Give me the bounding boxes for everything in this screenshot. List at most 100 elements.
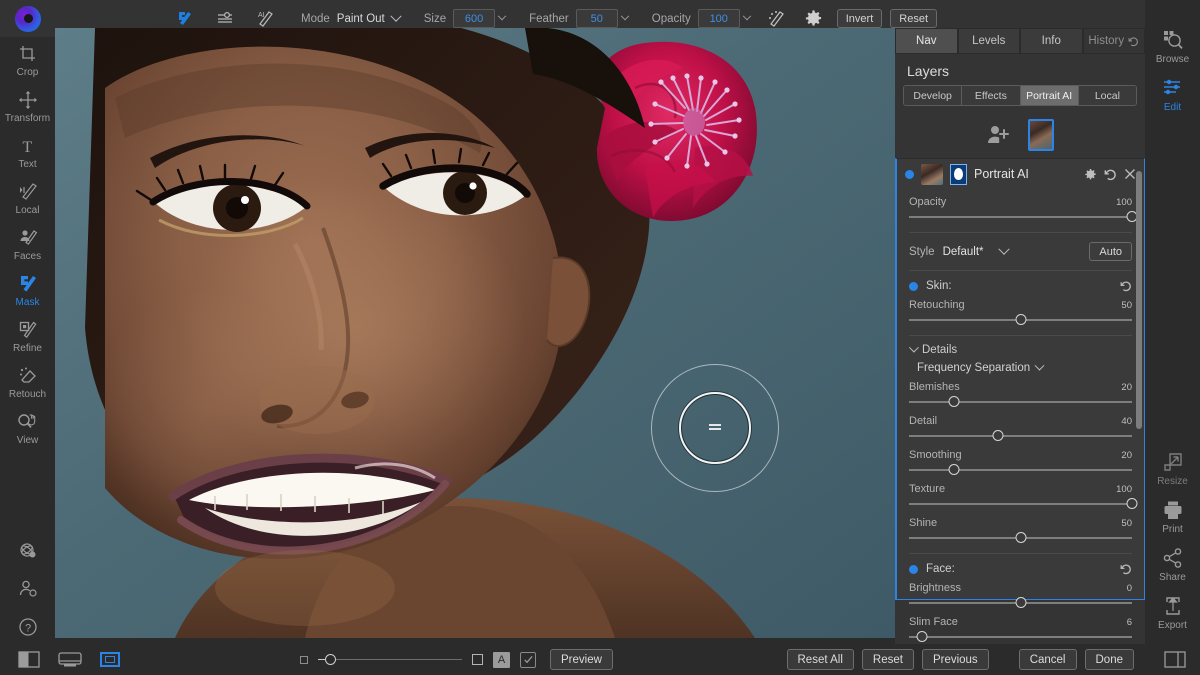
refine-icon	[18, 320, 38, 340]
tab-nav[interactable]: Nav	[895, 28, 958, 54]
tab-local[interactable]: Local	[1079, 86, 1136, 105]
tab-portrait-ai[interactable]: Portrait AI	[1021, 86, 1079, 105]
large-thumb-icon[interactable]	[472, 654, 483, 665]
edit-sliders-icon	[1162, 77, 1184, 99]
filmstrip-icon[interactable]	[58, 651, 82, 669]
tab-info[interactable]: Info	[1020, 28, 1083, 54]
gear-icon[interactable]	[1084, 168, 1097, 181]
tab-levels[interactable]: Levels	[958, 28, 1021, 54]
shine-value: 50	[1121, 518, 1132, 529]
previous-button[interactable]: Previous	[922, 649, 989, 670]
single-view-icon[interactable]	[100, 652, 120, 667]
perfect-brush-toggle[interactable]	[766, 9, 786, 29]
layer-thumbnail[interactable]	[921, 164, 943, 185]
sidebar-item-share[interactable]: Share	[1145, 540, 1200, 588]
gradient-mask-icon[interactable]	[213, 8, 237, 30]
grid-letter-button[interactable]: A	[493, 652, 510, 668]
reset-mask-button[interactable]: Reset	[890, 9, 937, 28]
account-icon[interactable]	[17, 578, 39, 600]
small-thumb-icon[interactable]	[300, 656, 308, 664]
split-view-icon[interactable]	[18, 651, 40, 668]
layer-visibility-toggle[interactable]	[905, 170, 914, 179]
invert-button[interactable]: Invert	[837, 9, 883, 28]
reset-button[interactable]: Reset	[862, 649, 914, 670]
texture-slider[interactable]	[909, 498, 1132, 510]
texture-label: Texture	[909, 483, 945, 495]
layer-mask-thumbnail[interactable]	[950, 164, 967, 185]
tab-effects[interactable]: Effects	[962, 86, 1020, 105]
sidebar-item-transform[interactable]: Transform	[0, 83, 55, 129]
style-value[interactable]: Default*	[943, 246, 984, 258]
tab-develop[interactable]: Develop	[904, 86, 962, 105]
chevron-down-icon	[909, 342, 919, 352]
tab-history[interactable]: History	[1083, 28, 1146, 54]
opacity-input[interactable]: 100	[698, 9, 740, 28]
brightness-slider[interactable]	[909, 597, 1132, 609]
shine-slider[interactable]	[909, 532, 1132, 544]
skin-toggle[interactable]	[909, 282, 918, 291]
ai-brush-icon[interactable]: AI	[253, 8, 277, 30]
zoom-slider-knob[interactable]	[325, 654, 336, 665]
brush-settings-button[interactable]	[804, 9, 823, 28]
face-reset-button[interactable]	[1120, 563, 1132, 575]
sidebar-item-faces[interactable]: Faces	[0, 221, 55, 267]
sidebar-item-label: Mask	[16, 297, 40, 308]
undo-icon[interactable]	[1104, 168, 1117, 181]
detail-slider[interactable]	[909, 430, 1132, 442]
retouching-slider[interactable]	[909, 314, 1132, 326]
sidebar-item-refine[interactable]: Refine	[0, 313, 55, 359]
mask-brush-icon[interactable]	[173, 8, 197, 30]
sidebar-item-crop[interactable]: Crop	[0, 37, 55, 83]
face-thumbnail[interactable]	[1028, 119, 1054, 151]
sidebar-item-edit[interactable]: Edit	[1145, 70, 1200, 118]
chevron-down-icon[interactable]	[621, 11, 629, 19]
blemishes-slider[interactable]	[909, 396, 1132, 408]
slim-face-slider[interactable]	[909, 631, 1132, 643]
smoothing-slider[interactable]	[909, 464, 1132, 476]
reset-all-button[interactable]: Reset All	[787, 649, 854, 670]
sidebar-item-export[interactable]: Export	[1145, 588, 1200, 636]
texture-value: 100	[1116, 484, 1132, 495]
sidebar-item-retouch[interactable]: Retouch	[0, 359, 55, 405]
opacity-slider[interactable]	[909, 211, 1132, 223]
face-toggle[interactable]	[909, 565, 918, 574]
sidebar-item-local[interactable]: Local	[0, 175, 55, 221]
chevron-down-icon[interactable]	[390, 10, 401, 21]
chevron-down-icon[interactable]	[998, 243, 1009, 254]
sidebar-item-print[interactable]: Print	[1145, 492, 1200, 540]
crop-icon	[18, 44, 38, 64]
mode-control[interactable]: Mode Paint Out	[301, 13, 400, 25]
size-input[interactable]: 600	[453, 9, 495, 28]
share-icon	[1162, 547, 1184, 569]
panel-toggle-icon[interactable]	[1164, 651, 1186, 668]
cancel-button[interactable]: Cancel	[1019, 649, 1077, 670]
face-strip	[895, 112, 1145, 158]
opacity-label: Opacity	[909, 196, 946, 208]
sidebar-item-mask[interactable]: Mask	[0, 267, 55, 313]
shine-slider-row: Shine 50	[897, 517, 1144, 544]
chevron-down-icon[interactable]	[498, 11, 506, 19]
sidebar-item-text[interactable]: T Text	[0, 129, 55, 175]
help-icon[interactable]: ?	[17, 616, 39, 638]
color-settings-icon[interactable]	[17, 540, 39, 562]
frequency-separation-dropdown[interactable]: Frequency Separation	[897, 356, 1144, 374]
sidebar-item-view[interactable]: View	[0, 405, 55, 451]
done-button[interactable]: Done	[1085, 649, 1135, 670]
auto-button[interactable]: Auto	[1089, 242, 1132, 261]
sidebar-item-resize[interactable]: Resize	[1145, 444, 1200, 492]
soft-proof-icon[interactable]	[520, 652, 536, 668]
details-section[interactable]: Details	[897, 336, 1144, 356]
app-logo[interactable]	[15, 6, 41, 32]
close-icon[interactable]	[1124, 168, 1136, 180]
zoom-slider-track[interactable]	[336, 659, 462, 660]
chevron-down-icon[interactable]	[743, 11, 751, 19]
sidebar-item-label: Print	[1162, 524, 1183, 535]
image-canvas[interactable]	[55, 28, 895, 638]
panel-scrollbar[interactable]	[1136, 171, 1142, 429]
shine-label: Shine	[909, 517, 937, 529]
skin-reset-button[interactable]	[1120, 280, 1132, 292]
preview-button[interactable]: Preview	[550, 649, 613, 670]
feather-input[interactable]: 50	[576, 9, 618, 28]
sidebar-item-browse[interactable]: Browse	[1145, 22, 1200, 70]
add-person-icon[interactable]	[986, 124, 1010, 146]
